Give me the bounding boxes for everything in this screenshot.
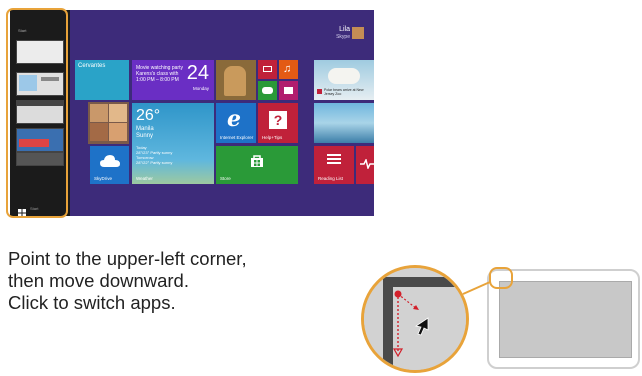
avatar[interactable] [352,27,364,39]
photos-tile[interactable] [216,60,256,100]
internet-explorer-icon: e [227,106,241,132]
mouse-pointer-icon [414,317,429,336]
weather-tomorrow-value: 28°/22° Partly sunny [136,160,173,165]
help-icon: ? [269,111,287,129]
help-label: Help+Tips [262,135,283,140]
instruction-text: Point to the upper-left corner, then mov… [8,248,338,314]
weather-condition: Sunny [136,133,154,139]
calendar-day-number: 24 [186,62,209,84]
help-tile[interactable]: ? Help+Tips [258,103,298,143]
tablet-screen [499,281,632,358]
user-subtitle: Skype [336,34,350,40]
instruction-line: then move downward. [8,270,189,291]
video-icon [284,87,293,94]
music-tile[interactable]: ♫ [279,60,298,79]
internet-explorer-tile[interactable]: e Internet Explorer [216,103,256,143]
user-name: Lila [339,26,350,33]
weather-temperature: 26° [136,107,161,124]
game-tile[interactable] [258,81,277,100]
music-icon: ♫ [283,63,292,75]
corner-highlight [489,267,513,289]
weather-label: Weather [136,176,153,181]
people-tile[interactable] [88,102,129,144]
cervantes-title: Cervantes [78,63,106,69]
skydrive-cloud-icon [100,154,120,173]
camera-icon [263,66,272,72]
camera-tile[interactable] [258,60,277,79]
switcher-highlight [6,8,68,218]
instruction-line: Click to switch apps. [8,292,176,313]
game-icon [262,87,273,94]
internet-explorer-label: Internet Explorer [220,135,254,140]
store-tile[interactable]: Store [216,146,298,184]
zoom-callout [361,265,469,373]
health-tile[interactable] [356,146,374,184]
video-tile[interactable] [279,81,298,100]
reading-list-icon [327,154,341,165]
store-icon [250,154,264,173]
calendar-day-name: Monday [192,86,209,91]
weather-city: Manila [136,126,154,132]
weather-tile[interactable]: 26° Manila Sunny Today 28°/23° Partly su… [132,103,214,184]
news-headline: Polar bears arrive at New Jersey Zoo [324,88,364,96]
skydrive-label: SkyDrive [94,176,113,181]
health-icon [360,156,374,174]
travel-tile[interactable] [314,103,374,143]
cervantes-tile[interactable]: Cervantes [75,60,129,100]
reading-list-label: Reading List [318,176,344,181]
news-tile[interactable]: Polar bears arrive at New Jersey Zoo [314,60,374,100]
store-label: Store [220,176,231,181]
skydrive-tile[interactable]: SkyDrive [90,146,129,184]
instruction-line: Point to the upper-left corner, [8,248,247,269]
reading-list-tile[interactable]: Reading List [314,146,354,184]
calendar-event: 1:00 PM – 8:00 PM [136,77,179,83]
calendar-tile[interactable]: Movie watching party Karens's class with… [132,60,214,100]
